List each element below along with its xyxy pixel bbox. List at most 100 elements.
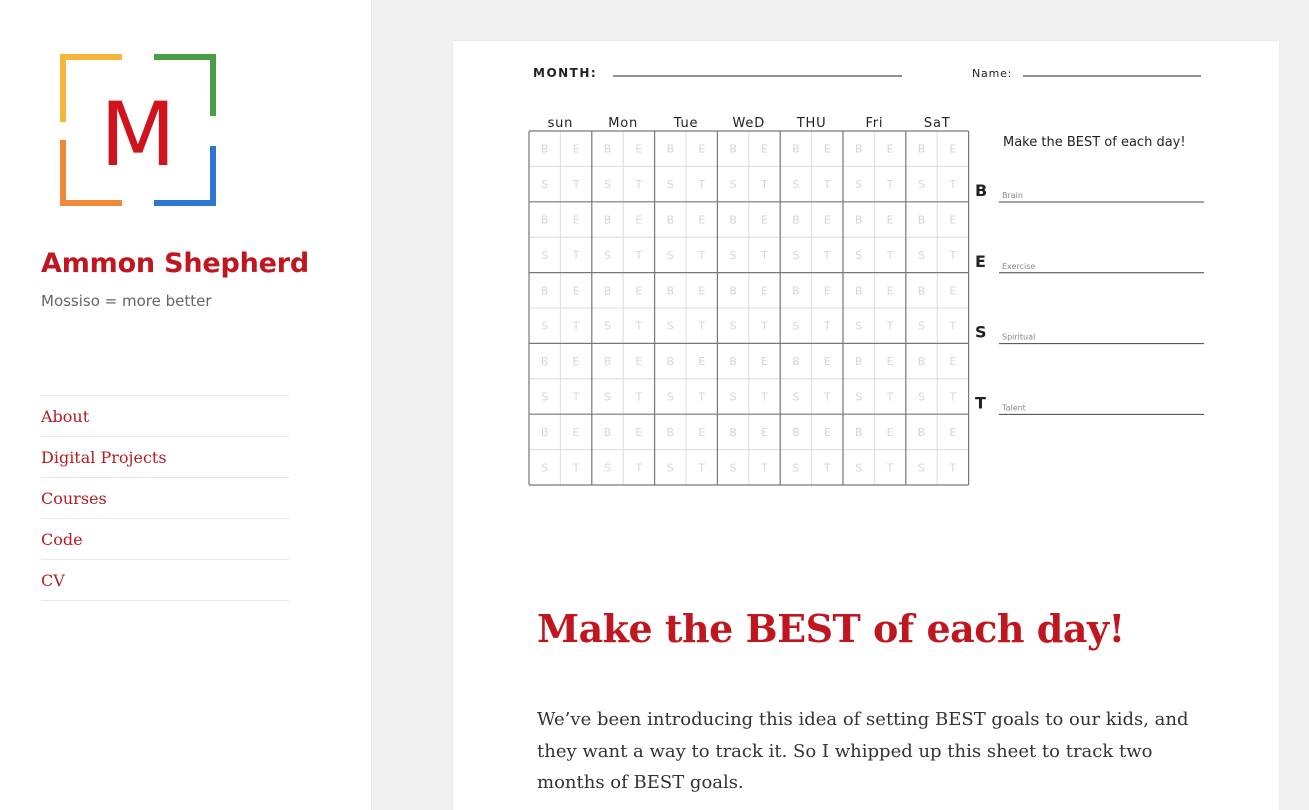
sheet-cell-letter: S (792, 391, 799, 404)
sheet-cell-letter: T (886, 320, 894, 333)
sheet-cell-letter: B (918, 355, 926, 368)
sheet-cell-letter: T (886, 249, 894, 262)
site-title[interactable]: Ammon Shepherd (41, 248, 309, 279)
sheet-cell-letter: E (887, 355, 894, 368)
sheet-goal-label: Exercise (1002, 262, 1035, 271)
sheet-cell-letter: E (635, 143, 642, 156)
sheet-cell-letter: T (635, 461, 643, 474)
sheet-cell-letter: S (792, 461, 799, 474)
sheet-cell-letter: B (792, 284, 800, 297)
sheet-cell-letter: S (918, 391, 925, 404)
sheet-cell-letter: E (949, 355, 956, 368)
menu-item-code[interactable]: Code (41, 519, 289, 560)
sheet-cell-letter: S (855, 461, 862, 474)
sheet-day-label: Tue (673, 116, 699, 131)
menu-item-digital-projects[interactable]: Digital Projects (41, 437, 289, 478)
sidebar: M Ammon Shepherd Mossiso = more better A… (0, 0, 372, 810)
sheet-cell-letter: E (698, 214, 705, 227)
sheet-cell-letter: B (667, 355, 675, 368)
sheet-cell-letter: B (729, 426, 737, 439)
sheet-cell-letter: S (541, 249, 548, 262)
sheet-cell-letter: S (855, 391, 862, 404)
sheet-cell-letter: T (949, 461, 957, 474)
sheet-cell-letter: T (760, 461, 768, 474)
sheet-cell-letter: E (824, 426, 831, 439)
sheet-day-label: THU (796, 116, 827, 131)
sheet-cell-letter: S (667, 249, 674, 262)
sheet-cell-letter: B (855, 426, 863, 439)
sheet-day-label: sun (548, 116, 574, 131)
sheet-cell-letter: B (792, 143, 800, 156)
sheet-cell-letter: T (949, 249, 957, 262)
sheet-cell-letter: E (824, 214, 831, 227)
sheet-cell-letter: B (729, 284, 737, 297)
sheet-cell-letter: E (761, 143, 768, 156)
sheet-cell-letter: T (572, 391, 580, 404)
sheet-cell-letter: S (604, 391, 611, 404)
sheet-cell-letter: B (729, 214, 737, 227)
sheet-cell-letter: S (918, 320, 925, 333)
sheet-cell-letter: S (541, 320, 548, 333)
sheet-cell-letter: T (635, 320, 643, 333)
sheet-cell-letter: E (887, 143, 894, 156)
sheet-cell-letter: S (667, 461, 674, 474)
sheet-cell-letter: S (792, 320, 799, 333)
sheet-cell-letter: T (823, 391, 831, 404)
sheet-cell-letter: E (635, 355, 642, 368)
sheet-cell-letter: T (572, 461, 580, 474)
sheet-cell-letter: T (635, 178, 643, 191)
post-title[interactable]: Make the BEST of each day! (537, 606, 1125, 651)
logo-mark-icon: M (60, 54, 216, 206)
menu-item-about[interactable]: About (41, 396, 289, 437)
sheet-cell-letter: B (604, 284, 612, 297)
sheet-cell-letter: E (635, 284, 642, 297)
sheet-cell-letter: T (697, 391, 705, 404)
sheet-cell-letter: E (949, 143, 956, 156)
sheet-day-label: WeD (733, 116, 766, 131)
sheet-cell-letter: B (541, 214, 549, 227)
sheet-day-label: Fri (865, 116, 883, 131)
sheet-cell-letter: E (949, 214, 956, 227)
sheet-cell-letter: E (573, 143, 580, 156)
sheet-cell-letter: S (855, 320, 862, 333)
sheet-cell-letter: B (541, 143, 549, 156)
menu-item-cv[interactable]: CV (41, 560, 289, 601)
sheet-cell-letter: T (949, 178, 957, 191)
sheet-cell-letter: S (730, 461, 737, 474)
sheet-cell-letter: T (572, 178, 580, 191)
sheet-cell-letter: B (667, 143, 675, 156)
sheet-cell-letter: S (730, 320, 737, 333)
sheet-name-label: Name: (972, 67, 1012, 80)
sheet-cell-letter: S (541, 391, 548, 404)
post-body: We’ve been introducing this idea of sett… (537, 709, 1189, 793)
sheet-cell-letter: T (760, 178, 768, 191)
sheet-cell-letter: T (949, 320, 957, 333)
sheet-cell-letter: S (730, 178, 737, 191)
sheet-cell-letter: B (541, 284, 549, 297)
sheet-cell-letter: E (573, 355, 580, 368)
sheet-cell-letter: B (918, 284, 926, 297)
sheet-day-label: SaT (924, 116, 951, 131)
sheet-cell-letter: B (855, 214, 863, 227)
sheet-cell-letter: B (918, 143, 926, 156)
sheet-cell-letter: T (635, 249, 643, 262)
sheet-cell-letter: T (886, 461, 894, 474)
sheet-cell-letter: S (918, 249, 925, 262)
sheet-cell-letter: E (761, 426, 768, 439)
menu-item-courses[interactable]: Courses (41, 478, 289, 519)
sheet-cell-letter: S (792, 249, 799, 262)
sheet-goal-letter: E (975, 252, 986, 271)
sheet-cell-letter: S (730, 391, 737, 404)
sheet-cell-letter: T (635, 391, 643, 404)
main-menu: About Digital Projects Courses Code CV (41, 395, 289, 601)
sheet-cell-letter: S (918, 461, 925, 474)
sheet-cell-letter: B (855, 284, 863, 297)
sheet-cell-letter: T (760, 320, 768, 333)
sheet-cell-letter: T (886, 178, 894, 191)
sheet-goal-label: Brain (1002, 191, 1023, 200)
sheet-cell-letter: T (760, 391, 768, 404)
site-logo[interactable]: M (60, 54, 216, 206)
sheet-cell-letter: B (729, 355, 737, 368)
sheet-goal-label: Spiritual (1002, 333, 1035, 342)
sheet-tagline: Make the BEST of each day! (1003, 135, 1186, 150)
